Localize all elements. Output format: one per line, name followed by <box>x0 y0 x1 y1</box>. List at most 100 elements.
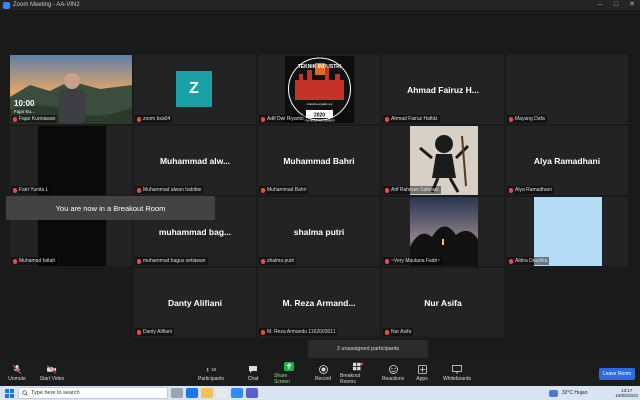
window-title: Zoom Meeting - AA-VIN2 <box>13 2 80 8</box>
svg-text:TEKNIK INDUSTRI: TEKNIK INDUSTRI <box>298 64 342 70</box>
whiteboards-button[interactable]: Whiteboards <box>441 360 473 386</box>
profile-picture <box>410 197 478 266</box>
participant-display-name: muhammad bag... <box>158 226 232 237</box>
chrome-icon[interactable] <box>216 388 228 398</box>
apps-icon <box>417 364 427 374</box>
participant-display-name: Danty Alifiani <box>168 297 222 308</box>
participant-label: Nur Asifa <box>383 328 414 336</box>
participant-label: Ahmad Fairuz Hafidz <box>383 115 440 123</box>
participant-video <box>38 126 106 195</box>
apps-button[interactable]: Apps <box>414 360 430 386</box>
clock[interactable]: 13:17 19/05/2022 <box>615 388 638 398</box>
reactions-icon <box>388 364 398 374</box>
windows-taskbar: Type here to search 32°C Hujan 13:17 19/… <box>0 386 640 400</box>
participant-display-name: Nur Asifa <box>424 297 462 308</box>
participant-label: M. Reza Armando 1162003011 <box>259 328 338 336</box>
maximize-icon[interactable]: □ <box>608 0 624 10</box>
mic-muted-icon <box>261 258 265 264</box>
participant-label: Adif Dwi Riyanto <box>259 115 306 123</box>
share-screen-icon <box>284 361 294 371</box>
mic-muted-icon <box>261 329 265 335</box>
participant-label: zoom bsa04 <box>135 115 173 123</box>
file-explorer-icon[interactable] <box>201 388 213 398</box>
participant-tile[interactable]: TEKNIK INDUSTRI industria ergalis ery 20… <box>258 55 380 124</box>
share-screen-button[interactable]: Share Screen <box>274 360 304 386</box>
mic-muted-icon <box>385 116 389 122</box>
windows-icon <box>4 388 14 398</box>
participant-label: muhammad bagus setiawan <box>135 257 208 265</box>
participant-tile[interactable]: Muhammad alw... Muhammad alwan habibie <box>134 126 256 195</box>
start-button[interactable] <box>0 386 18 400</box>
system-tray: 32°C Hujan 13:17 19/05/2022 <box>548 386 638 400</box>
participant-tile[interactable]: Alya Ramadhani Alya Ramadhani <box>506 126 628 195</box>
weather-text: 32°C Hujan <box>561 390 588 396</box>
record-icon <box>318 364 328 374</box>
mic-muted-icon <box>385 187 389 193</box>
participant-tile[interactable]: ~Very Maulana Fadri~ <box>382 197 504 266</box>
unmute-button[interactable]: Unmute <box>4 360 30 386</box>
participant-tile[interactable]: Mayang Dafa <box>506 55 628 124</box>
window-titlebar: Zoom Meeting - AA-VIN2 – □ ✕ <box>0 0 640 10</box>
participant-display-name: Muhammad alw... <box>159 155 231 166</box>
participant-label: Fatri Yunita L <box>11 186 51 194</box>
participant-tile[interactable]: Fatri Yunita L <box>10 126 132 195</box>
weather-icon <box>548 389 558 397</box>
teams-icon[interactable] <box>246 388 258 398</box>
participant-display-name: M. Reza Armand... <box>282 297 356 308</box>
participant-label: Aldira Desditia <box>507 257 550 265</box>
close-icon[interactable]: ✕ <box>624 0 640 10</box>
search-icon <box>22 390 28 396</box>
participant-tile[interactable]: Muhammad Bahri Muhammad Bahri <box>258 126 380 195</box>
participant-tile[interactable]: Arif Rahman Sabbani <box>382 126 504 195</box>
meeting-controls-bar: Unmute Start Video 18 Participants Chat … <box>0 360 640 386</box>
participant-tile[interactable]: Danty Alifiani Danty Alifiani <box>134 268 256 337</box>
participant-label: Arif Rahman Sabbani <box>383 186 441 194</box>
overlay-time: 10:00 <box>14 99 35 108</box>
participant-display-name: Ahmad Fairuz H... <box>407 84 479 95</box>
participant-label: Danty Alifiani <box>135 328 174 336</box>
participant-tile[interactable]: Z zoom bsa04 <box>134 55 256 124</box>
participant-tile[interactable]: Ahmad Fairuz H... Ahmad Fairuz Hafidz <box>382 55 504 124</box>
mic-muted-icon <box>261 187 265 193</box>
participants-button[interactable]: 18 Participants <box>196 360 226 386</box>
mic-muted-icon <box>385 258 389 264</box>
mic-muted-icon <box>137 329 141 335</box>
participant-label: Muhamad fattah <box>11 257 58 265</box>
teknik-industri-logo: TEKNIK INDUSTRI industria ergalis ery 20… <box>285 56 354 123</box>
avatar: Z <box>176 71 212 107</box>
leave-room-button[interactable]: Leave Room <box>599 368 635 380</box>
video-off-icon <box>47 364 57 374</box>
breakout-room-notification: You are now in a Breakout Room <box>6 196 215 220</box>
participant-tile[interactable]: Aldira Desditia <box>506 197 628 266</box>
participant-label: ~Very Maulana Fadri~ <box>383 257 443 265</box>
mic-muted-icon <box>13 258 17 264</box>
record-button[interactable]: Record <box>313 360 333 386</box>
microphone-muted-icon <box>12 364 22 374</box>
mic-muted-icon <box>13 187 17 193</box>
participant-label: shalma putri <box>259 257 297 265</box>
participant-label: Fajar Kurniawan <box>11 115 58 123</box>
participant-tile[interactable]: M. Reza Armand... M. Reza Armando 116200… <box>258 268 380 337</box>
participant-display-name: shalma putri <box>293 226 345 237</box>
taskbar-search-box[interactable]: Type here to search <box>18 387 168 399</box>
participant-tile[interactable]: shalma putri shalma putri <box>258 197 380 266</box>
window-controls: – □ ✕ <box>592 0 640 10</box>
mic-muted-icon <box>385 329 389 335</box>
minimize-icon[interactable]: – <box>592 0 608 10</box>
edge-browser-icon[interactable] <box>186 388 198 398</box>
participant-label: Muhammad Bahri <box>259 186 309 194</box>
participant-tile[interactable]: 10:00 Fajar Ku... Fajar Kurniawan <box>10 55 132 124</box>
mic-muted-icon <box>509 116 513 122</box>
participant-label: Alya Ramadhani <box>507 186 554 194</box>
whiteboard-icon <box>452 364 462 374</box>
profile-picture <box>410 126 478 195</box>
chat-button[interactable]: Chat <box>244 360 262 386</box>
participant-tile[interactable]: Nur Asifa Nur Asifa <box>382 268 504 337</box>
start-video-button[interactable]: Start Video <box>36 360 68 386</box>
unassigned-participants-notice[interactable]: 2 unassigned participants <box>308 340 428 358</box>
zoom-taskbar-icon[interactable] <box>231 388 243 398</box>
mic-muted-icon <box>509 258 513 264</box>
task-view-icon[interactable] <box>171 388 183 398</box>
reactions-button[interactable]: Reactions <box>381 360 405 386</box>
breakout-rooms-button[interactable]: Breakout Rooms <box>340 360 376 386</box>
